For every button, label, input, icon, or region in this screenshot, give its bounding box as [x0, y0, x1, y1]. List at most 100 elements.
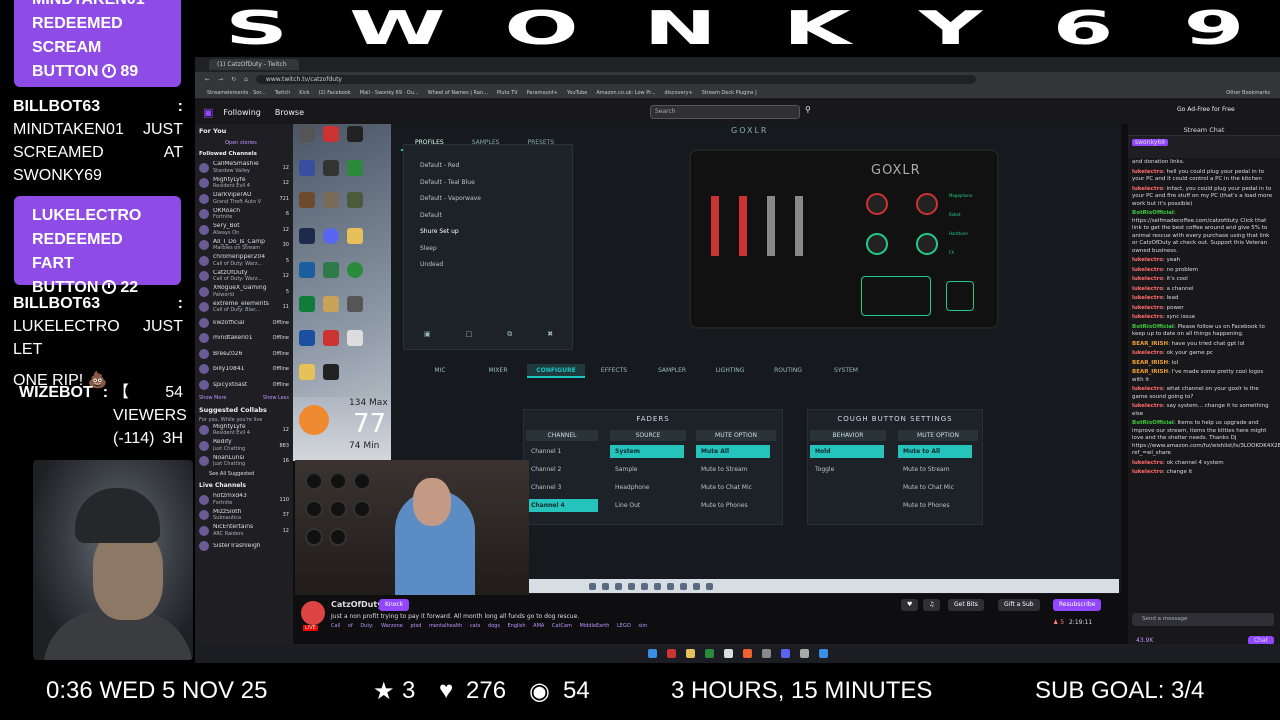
chat-username[interactable]: lukelectro — [1132, 295, 1163, 301]
app-icon[interactable] — [323, 296, 339, 312]
search-icon[interactable]: ⚲ — [805, 105, 811, 114]
bell-icon[interactable]: ♫ — [923, 599, 941, 611]
profile-item[interactable]: Default - Vaporwave — [404, 191, 572, 208]
open-stories[interactable]: Open stories — [195, 138, 293, 148]
reload-icon[interactable]: ↻ — [231, 76, 236, 83]
heart-icon[interactable]: ♥ — [901, 599, 919, 611]
sidebar-channel[interactable]: chromeripper204 Call of Duty: Warz... 5 — [195, 253, 293, 269]
behavior-option[interactable]: Toggle — [810, 463, 884, 476]
sidebar-channel[interactable]: NoahLunsi Just Chatting 16 — [195, 454, 293, 470]
sidebar-channel[interactable]: extreme_elements Call of Duty: Blac... 11 — [195, 300, 293, 316]
tab-mixer[interactable]: MIXER — [469, 364, 527, 378]
epic-games-icon[interactable] — [347, 126, 363, 142]
chat-username[interactable]: lukelectro — [1132, 169, 1163, 175]
nav-browse[interactable]: Browse — [275, 108, 304, 117]
profile-item[interactable]: Default — [404, 208, 572, 225]
resubscribe-button[interactable]: Resubscribe — [1053, 599, 1102, 611]
app-icon[interactable] — [761, 649, 771, 658]
app-icon[interactable] — [742, 649, 752, 658]
effect-button-fx[interactable]: FX — [949, 243, 972, 262]
tag[interactable]: cats — [470, 623, 480, 629]
explorer-icon[interactable] — [685, 649, 695, 658]
app-icon[interactable] — [723, 649, 733, 658]
app-icon[interactable] — [299, 126, 315, 142]
cough-mute-option[interactable]: Mute to Chat Mic — [898, 481, 972, 494]
delete-profile-icon[interactable]: ✖ — [547, 330, 553, 339]
app-icon[interactable] — [704, 649, 714, 658]
bookmark[interactable]: discovery+ — [665, 90, 693, 96]
cough-mute-option-selected[interactable]: Mute to All — [898, 445, 972, 458]
channel-avatar[interactable] — [301, 601, 325, 625]
source-option[interactable]: Line Out — [610, 499, 684, 512]
chat-username[interactable]: lukelectro — [1132, 267, 1163, 273]
save-profile-icon[interactable]: ▣ — [424, 330, 431, 339]
sidebar-channel[interactable]: Redify Just Chatting 883 — [195, 438, 293, 454]
app-icon[interactable] — [299, 330, 315, 346]
source-option[interactable]: Sample — [610, 463, 684, 476]
search-input[interactable]: Search — [650, 105, 800, 119]
knob[interactable] — [866, 193, 888, 215]
app-icon[interactable] — [299, 160, 315, 176]
effect-button-megaphone[interactable]: Megaphone — [949, 186, 972, 205]
knob[interactable] — [866, 233, 888, 255]
chat-username[interactable]: BEAR_IRISH — [1132, 341, 1168, 347]
cough-button[interactable] — [946, 281, 974, 311]
sidebar-channel[interactable]: MizzSloth Subnautica 37 — [195, 508, 293, 524]
bookmark[interactable]: Stream Deck Plugins | — [702, 90, 757, 96]
ad-free-button[interactable]: Go Ad-Free for Free — [1177, 106, 1235, 113]
tag[interactable]: LEGO — [617, 623, 631, 629]
chat-username[interactable]: BEAR_IRISH — [1132, 369, 1168, 375]
app-icon[interactable] — [818, 649, 828, 658]
app-icon[interactable] — [323, 364, 339, 380]
effect-button-robot[interactable]: Robot — [949, 205, 972, 224]
game-link[interactable]: Call of Duty: Warzone — [331, 623, 403, 629]
sidebar-channel[interactable]: CallMeSmashie Stardew Valley 12 — [195, 160, 293, 176]
sidebar-channel[interactable]: Sery_Bot Always On 12 — [195, 222, 293, 238]
tag[interactable]: mentalhealth — [429, 623, 462, 629]
app-icon[interactable] — [799, 649, 809, 658]
behavior-option-selected[interactable]: Hold — [810, 445, 884, 458]
tab-sampler[interactable]: SAMPLER — [643, 364, 701, 378]
chat-username[interactable]: BotRixOfficial — [1132, 420, 1174, 426]
app-icon[interactable] — [323, 262, 339, 278]
bookmark[interactable]: Pluto TV — [497, 90, 518, 96]
sidebar-channel[interactable]: All_I_Do_Is_Camp Marbles on Stream 30 — [195, 238, 293, 254]
pinned-username[interactable]: swonky69 — [1132, 139, 1168, 146]
app-icon[interactable] — [347, 296, 363, 312]
chat-username[interactable]: lukelectro — [1132, 276, 1163, 282]
knob[interactable] — [916, 193, 938, 215]
profile-item-active[interactable]: Shure Set up — [404, 224, 572, 241]
channel-option[interactable]: Channel 3 — [526, 481, 598, 494]
chat-username[interactable]: lukelectro — [1132, 257, 1163, 263]
channel-option[interactable]: Channel 2 — [526, 463, 598, 476]
sidebar-channel[interactable]: hotzmxd43 Fortnite 110 — [195, 492, 293, 508]
chat-username[interactable]: lukelectro — [1132, 469, 1163, 475]
tab-routing[interactable]: ROUTING — [759, 364, 817, 378]
sidebar-channel[interactable]: MightyLyfe Resident Evil 4 12 — [195, 423, 293, 439]
sidebar-channel[interactable]: OKRoach Fortnite 6 — [195, 207, 293, 223]
show-more-link[interactable]: Show More — [199, 395, 226, 401]
channel-name[interactable]: CatzOfDuty — [331, 600, 382, 609]
tab-lighting[interactable]: LIGHTING — [701, 364, 759, 378]
effect-button-hardtune[interactable]: Hardtune — [949, 224, 972, 243]
bookmark[interactable]: Streamelements · Sor... — [207, 90, 266, 96]
bookmark[interactable]: Kick — [299, 90, 309, 96]
channel-points[interactable]: 43.9K — [1136, 637, 1153, 644]
chat-username[interactable]: lukelectro — [1132, 314, 1163, 320]
source-option-selected[interactable]: System — [610, 445, 684, 458]
tag[interactable]: AMA — [533, 623, 544, 629]
tag[interactable]: MiddleEarth — [579, 623, 609, 629]
bookmark[interactable]: (2) Facebook — [319, 90, 351, 96]
folder-icon[interactable] — [299, 364, 315, 380]
discord-icon[interactable] — [323, 228, 339, 244]
tab-mic[interactable]: MIC — [411, 364, 469, 378]
chat-username[interactable]: lukelectro — [1132, 386, 1163, 392]
chrome-icon[interactable] — [347, 262, 363, 278]
chrome-icon[interactable] — [347, 160, 363, 176]
bookmark[interactable]: Mail - Swonky 69 · Ou... — [360, 90, 419, 96]
app-icon[interactable] — [780, 649, 790, 658]
app-icon[interactable] — [347, 330, 363, 346]
profile-item[interactable]: Sleep — [404, 241, 572, 258]
sidebar-channel[interactable]: spicyxtoast Offline — [195, 377, 293, 393]
home-icon[interactable]: ⌂ — [244, 76, 248, 83]
